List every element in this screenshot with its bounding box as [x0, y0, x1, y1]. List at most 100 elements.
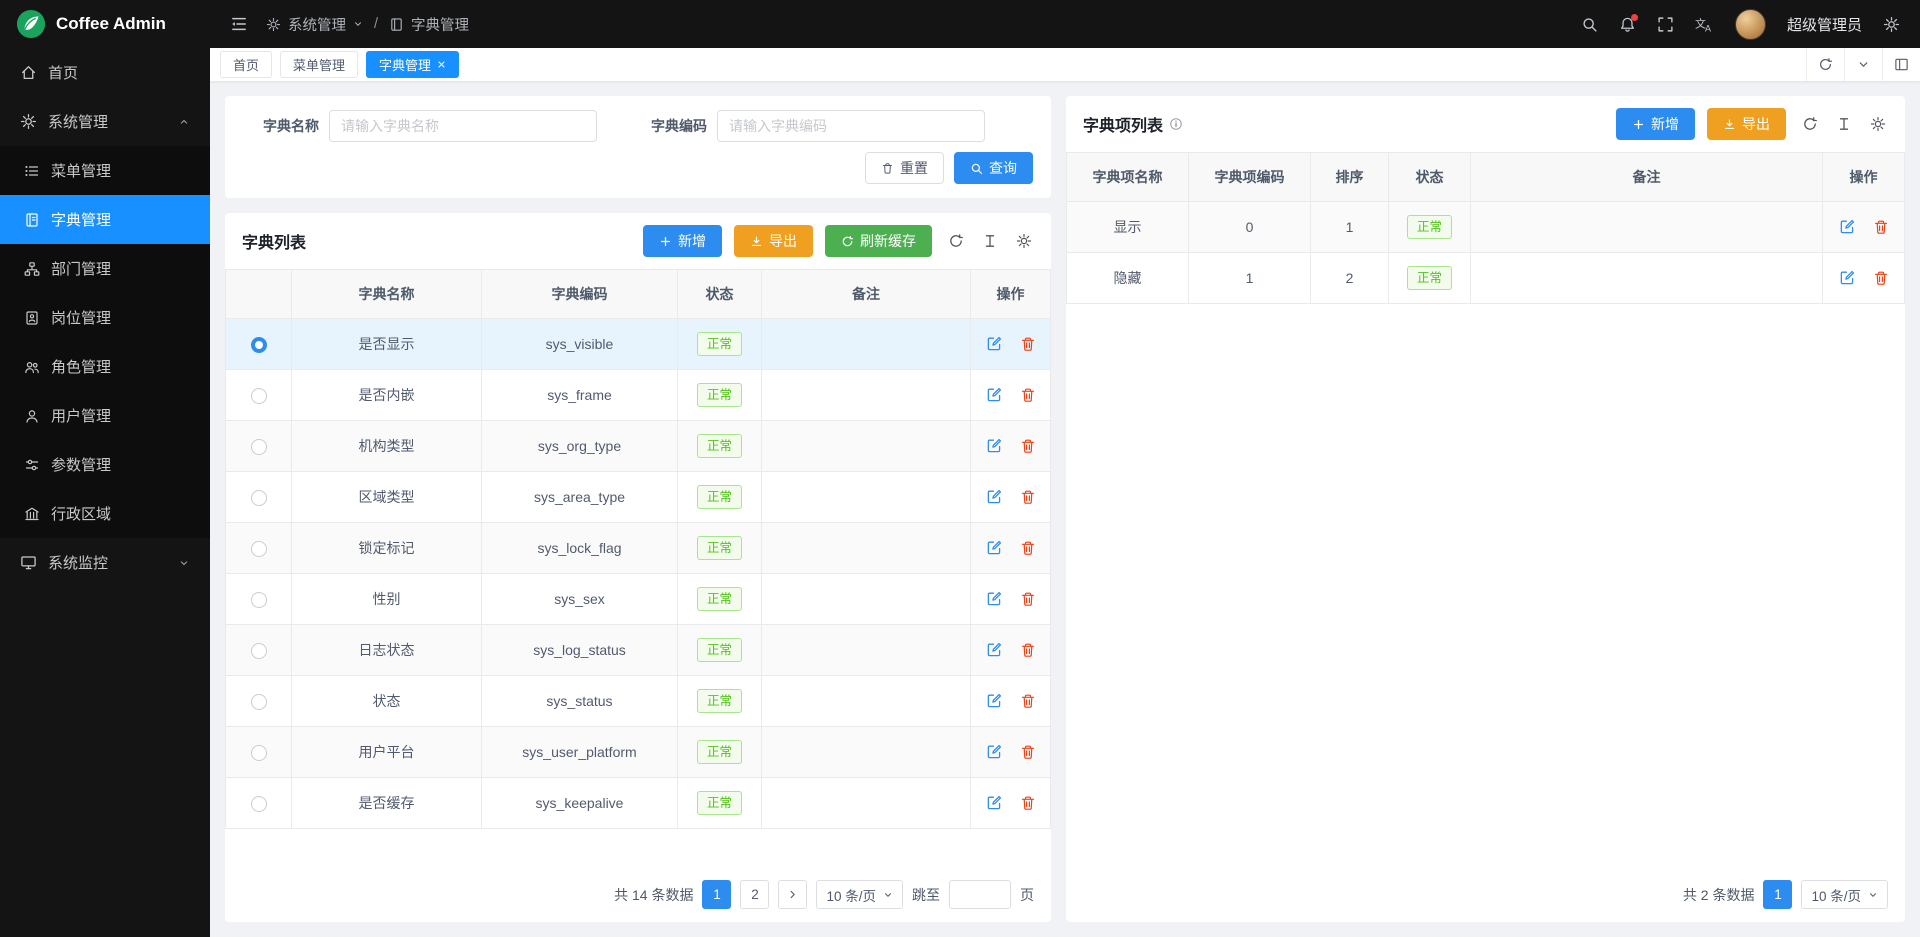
item-table-row[interactable]: 显示 0 1 正常: [1067, 202, 1905, 253]
tab-home[interactable]: 首页: [220, 51, 272, 78]
delete-button[interactable]: [1018, 538, 1038, 558]
edit-button[interactable]: [984, 435, 1005, 456]
edit-button[interactable]: [984, 384, 1005, 405]
logo[interactable]: Coffee Admin: [0, 0, 210, 48]
dict-table-row[interactable]: 是否内嵌 sys_frame 正常: [226, 370, 1051, 421]
dict-export-button[interactable]: 导出: [734, 225, 813, 257]
dict-table-row[interactable]: 是否显示 sys_visible 正常: [226, 319, 1051, 370]
item-table-row[interactable]: 隐藏 1 2 正常: [1067, 253, 1905, 304]
edit-button[interactable]: [984, 690, 1005, 711]
edit-button[interactable]: [984, 588, 1005, 609]
delete-button[interactable]: [1018, 334, 1038, 354]
refresh-cache-button[interactable]: 刷新缓存: [825, 225, 932, 257]
row-radio[interactable]: [251, 592, 267, 608]
edit-button[interactable]: [1837, 267, 1858, 288]
tab-menu-management[interactable]: 菜单管理: [280, 51, 358, 78]
sidebar-item-home[interactable]: 首页: [0, 48, 210, 97]
next-page-button[interactable]: [778, 880, 807, 909]
page-button-1[interactable]: 1: [1763, 880, 1792, 909]
item-add-button[interactable]: 新增: [1616, 108, 1695, 140]
row-radio[interactable]: [251, 796, 267, 812]
page-size-select[interactable]: 10 条/页: [816, 880, 903, 909]
item-table-refresh-button[interactable]: [1800, 114, 1820, 134]
sidebar-item-system-management[interactable]: 系统管理: [0, 97, 210, 146]
item-export-button[interactable]: 导出: [1707, 108, 1786, 140]
row-radio[interactable]: [251, 337, 267, 353]
dict-table-row[interactable]: 性别 sys_sex 正常: [226, 574, 1051, 625]
item-table-settings-button[interactable]: [1868, 114, 1888, 134]
dict-table-row[interactable]: 日志状态 sys_log_status 正常: [226, 625, 1051, 676]
dict-table-refresh-button[interactable]: [946, 231, 966, 251]
sidebar-item-role-management[interactable]: 角色管理: [0, 342, 210, 391]
sidebar-item-param-management[interactable]: 参数管理: [0, 440, 210, 489]
notification-button[interactable]: [1619, 16, 1636, 33]
tabs-refresh-button[interactable]: [1806, 48, 1844, 81]
dict-table-density-button[interactable]: [980, 231, 1000, 251]
row-radio[interactable]: [251, 541, 267, 557]
delete-button[interactable]: [1018, 640, 1038, 660]
dict-code-cell: sys_org_type: [482, 421, 678, 472]
dict-table-row[interactable]: 是否缓存 sys_keepalive 正常: [226, 778, 1051, 829]
delete-button[interactable]: [1018, 691, 1038, 711]
close-icon[interactable]: [437, 60, 446, 69]
page-button-1[interactable]: 1: [702, 880, 731, 909]
sidebar-item-dict-management[interactable]: 字典管理: [0, 195, 210, 244]
sidebar-item-post-management[interactable]: 岗位管理: [0, 293, 210, 342]
dict-code-input[interactable]: [717, 110, 985, 142]
breadcrumb-item-system[interactable]: 系统管理: [288, 14, 346, 35]
row-radio[interactable]: [251, 643, 267, 659]
edit-button[interactable]: [984, 639, 1005, 660]
delete-button[interactable]: [1018, 742, 1038, 762]
page-size-select[interactable]: 10 条/页: [1801, 880, 1888, 909]
row-radio[interactable]: [251, 439, 267, 455]
edit-button[interactable]: [984, 537, 1005, 558]
dict-table-row[interactable]: 锁定标记 sys_lock_flag 正常: [226, 523, 1051, 574]
dict-table-settings-button[interactable]: [1014, 231, 1034, 251]
edit-button[interactable]: [1837, 216, 1858, 237]
reset-button[interactable]: 重置: [865, 152, 944, 184]
row-radio[interactable]: [251, 490, 267, 506]
sidebar-item-dept-management[interactable]: 部门管理: [0, 244, 210, 293]
edit-button[interactable]: [984, 741, 1005, 762]
fullscreen-button[interactable]: [1657, 16, 1674, 33]
breadcrumb: 系统管理 / 字典管理: [266, 14, 469, 35]
dict-table-row[interactable]: 机构类型 sys_org_type 正常: [226, 421, 1051, 472]
sidebar-item-menu-management[interactable]: 菜单管理: [0, 146, 210, 195]
jump-page-input[interactable]: [949, 880, 1011, 909]
delete-button[interactable]: [1018, 385, 1038, 405]
tabs-menu-button[interactable]: [1844, 48, 1882, 81]
dict-table-row[interactable]: 用户平台 sys_user_platform 正常: [226, 727, 1051, 778]
delete-button[interactable]: [1018, 793, 1038, 813]
sidebar-item-user-management[interactable]: 用户管理: [0, 391, 210, 440]
row-radio[interactable]: [251, 388, 267, 404]
dict-name-input[interactable]: [329, 110, 597, 142]
delete-button[interactable]: [1018, 589, 1038, 609]
collapse-sidebar-button[interactable]: [230, 15, 248, 33]
avatar[interactable]: [1735, 9, 1766, 40]
row-radio[interactable]: [251, 694, 267, 710]
settings-button[interactable]: [1883, 16, 1900, 33]
delete-button[interactable]: [1018, 487, 1038, 507]
dict-table-row[interactable]: 状态 sys_status 正常: [226, 676, 1051, 727]
item-table-density-button[interactable]: [1834, 114, 1854, 134]
dict-table-row[interactable]: 区域类型 sys_area_type 正常: [226, 472, 1051, 523]
page-button-2[interactable]: 2: [740, 880, 769, 909]
tab-dict-management[interactable]: 字典管理: [366, 51, 459, 78]
edit-button[interactable]: [984, 486, 1005, 507]
query-button[interactable]: 查询: [954, 152, 1033, 184]
username[interactable]: 超级管理员: [1787, 14, 1862, 35]
item-code-cell: 1: [1189, 253, 1311, 304]
breadcrumb-item-page[interactable]: 字典管理: [411, 14, 469, 35]
row-radio[interactable]: [251, 745, 267, 761]
delete-button[interactable]: [1871, 268, 1891, 288]
translate-button[interactable]: 文A: [1695, 16, 1714, 33]
dict-add-button[interactable]: 新增: [643, 225, 722, 257]
sidebar-item-system-monitor[interactable]: 系统监控: [0, 538, 210, 587]
edit-button[interactable]: [984, 792, 1005, 813]
delete-button[interactable]: [1018, 436, 1038, 456]
edit-button[interactable]: [984, 333, 1005, 354]
sidebar-item-region-management[interactable]: 行政区域: [0, 489, 210, 538]
search-button[interactable]: [1581, 16, 1598, 33]
layout-toggle-button[interactable]: [1882, 48, 1920, 81]
delete-button[interactable]: [1871, 217, 1891, 237]
